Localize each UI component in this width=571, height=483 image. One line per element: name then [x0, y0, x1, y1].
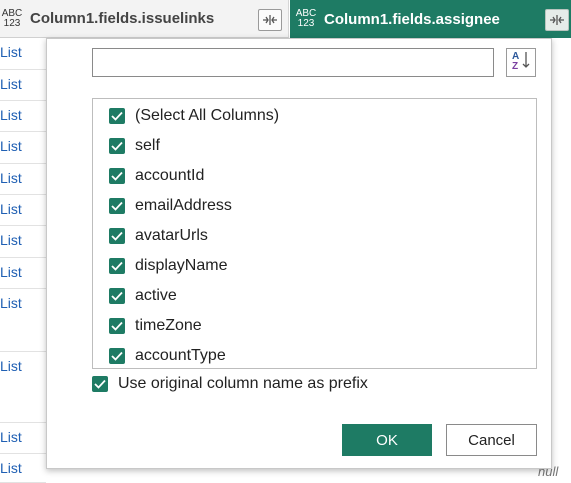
checkbox[interactable]: [109, 228, 125, 244]
column-label: (Select All Columns): [135, 107, 280, 124]
type-icon-abc123: ABC 123: [295, 8, 317, 29]
check-icon: [111, 141, 123, 151]
prefix-label: Use original column name as prefix: [118, 375, 368, 392]
checkbox[interactable]: [109, 348, 125, 364]
check-icon: [111, 321, 123, 331]
expand-columns-icon[interactable]: [545, 9, 569, 31]
column-label: accountType: [135, 347, 226, 364]
cancel-button[interactable]: Cancel: [446, 424, 537, 456]
check-icon: [111, 291, 123, 301]
column-label: emailAddress: [135, 197, 232, 214]
table-cell[interactable]: List: [0, 101, 46, 132]
table-cell[interactable]: List: [0, 164, 46, 195]
column-header-title: Column1.fields.issuelinks: [30, 10, 215, 27]
list-item[interactable]: avatarUrls: [109, 224, 208, 248]
table-cell[interactable]: List: [0, 38, 46, 70]
list-item[interactable]: active: [109, 284, 177, 308]
table-cell[interactable]: List: [0, 258, 46, 289]
column-label: active: [135, 287, 177, 304]
list-item[interactable]: accountType: [109, 344, 226, 368]
column-header-title: Column1.fields.assignee: [324, 10, 500, 28]
checkbox[interactable]: [109, 198, 125, 214]
check-icon: [111, 111, 123, 121]
check-icon: [94, 379, 106, 389]
search-columns-input[interactable]: [92, 48, 494, 77]
type-icon-abc123: ABC 123: [1, 7, 23, 29]
check-icon: [111, 171, 123, 181]
table-cell[interactable]: List: [0, 423, 46, 454]
checkbox[interactable]: [109, 288, 125, 304]
table-cell[interactable]: List: [0, 132, 46, 164]
prefix-option[interactable]: Use original column name as prefix: [92, 375, 368, 393]
column-label: timeZone: [135, 317, 202, 334]
prefix-checkbox[interactable]: [92, 376, 108, 392]
column-header-assignee[interactable]: ABC 123 Column1.fields.assignee: [290, 0, 571, 38]
checkbox[interactable]: [109, 108, 125, 124]
table-cell[interactable]: List: [0, 289, 46, 352]
columns-list: (Select All Columns) self accountId emai…: [92, 98, 537, 369]
column-label: avatarUrls: [135, 227, 208, 244]
list-item[interactable]: displayName: [109, 254, 227, 278]
table-cell[interactable]: List: [0, 70, 46, 101]
checkbox[interactable]: [109, 168, 125, 184]
checkbox[interactable]: [109, 138, 125, 154]
check-icon: [111, 261, 123, 271]
table-cell[interactable]: List: [0, 352, 46, 423]
ok-button[interactable]: OK: [342, 424, 432, 456]
column-header-issuelinks[interactable]: ABC 123 Column1.fields.issuelinks: [0, 0, 289, 38]
check-icon: [111, 201, 123, 211]
column-label: self: [135, 137, 160, 154]
list-item[interactable]: accountId: [109, 164, 204, 188]
checkbox[interactable]: [109, 258, 125, 274]
table-cell[interactable]: List: [0, 226, 46, 258]
table-cell[interactable]: List: [0, 454, 46, 483]
check-icon: [111, 351, 123, 361]
expand-columns-icon[interactable]: [258, 9, 282, 31]
sort-button[interactable]: A Z: [506, 48, 536, 77]
sort-az-icon: A Z: [510, 49, 532, 76]
list-item[interactable]: self: [109, 134, 160, 158]
list-item[interactable]: emailAddress: [109, 194, 232, 218]
check-icon: [111, 231, 123, 241]
assignee-cells: [552, 38, 571, 483]
column-label: accountId: [135, 167, 205, 184]
table-cell[interactable]: List: [0, 195, 46, 226]
checkbox[interactable]: [109, 318, 125, 334]
list-item[interactable]: (Select All Columns): [109, 104, 279, 128]
expand-columns-dialog: A Z (Select All Columns) self accountId …: [46, 38, 552, 469]
column-label: displayName: [135, 257, 228, 274]
list-item[interactable]: timeZone: [109, 314, 202, 338]
svg-text:Z: Z: [512, 61, 518, 71]
